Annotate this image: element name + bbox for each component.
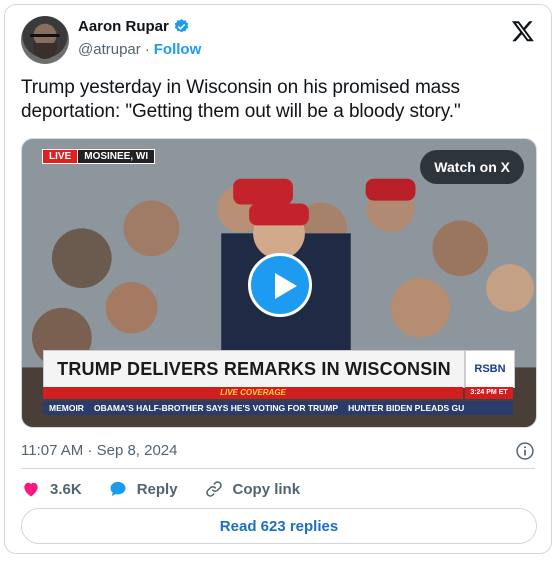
location-label: MOSINEE, WI <box>78 149 156 164</box>
watch-on-x-button[interactable]: Watch on X <box>420 150 524 184</box>
info-icon[interactable] <box>515 441 535 461</box>
author-handle-row: @atrupar · Follow <box>78 41 201 58</box>
ticker-item: MEMOIR <box>49 403 84 413</box>
reply-label: Reply <box>136 480 178 498</box>
video-player[interactable]: LIVE MOSINEE, WI Watch on X TRUMP DELIVE… <box>21 138 537 428</box>
separator-dot: · <box>144 41 150 58</box>
tweet-card: Aaron Rupar @atrupar · Follow Trump yest… <box>4 4 552 554</box>
reply-button[interactable]: Reply <box>108 479 178 499</box>
copy-link-label: Copy link <box>232 480 301 498</box>
author-name[interactable]: Aaron Rupar <box>78 18 169 35</box>
heart-icon <box>24 482 38 497</box>
network-logo: RSBN <box>465 350 515 388</box>
verified-badge-icon <box>174 19 189 33</box>
author-name-row: Aaron Rupar <box>78 18 190 35</box>
link-icon <box>205 481 222 497</box>
reply-bubble-icon <box>110 481 126 497</box>
like-button[interactable]: 3.6K <box>21 479 82 499</box>
broadcast-time: 3:24 PM ET <box>465 387 513 399</box>
live-label: LIVE <box>42 149 79 164</box>
author-avatar[interactable] <box>21 16 69 64</box>
x-logo-icon[interactable] <box>510 19 536 43</box>
ticker-item: OBAMA'S HALF-BROTHER SAYS HE'S VOTING FO… <box>93 403 339 413</box>
action-bar: 3.6K Reply Copy link <box>21 479 326 499</box>
read-replies-button[interactable]: Read 623 replies <box>21 508 537 544</box>
ticker-item: HUNTER BIDEN PLEADS GU <box>348 403 465 413</box>
like-count: 3.6K <box>50 480 82 498</box>
play-button-icon[interactable] <box>248 253 312 317</box>
live-badge: LIVE MOSINEE, WI <box>42 149 156 164</box>
video-headline: TRUMP DELIVERS REMARKS IN WISCONSIN <box>43 350 465 388</box>
follow-button[interactable]: Follow <box>154 41 202 58</box>
news-ticker: MEMOIR OBAMA'S HALF-BROTHER SAYS HE'S VO… <box>43 401 513 415</box>
tweet-text: Trump yesterday in Wisconsin on his prom… <box>21 77 461 122</box>
divider <box>21 468 535 469</box>
copy-link-button[interactable]: Copy link <box>204 479 301 499</box>
live-coverage-bar: LIVE COVERAGE <box>43 387 463 399</box>
author-handle[interactable]: @atrupar <box>78 41 141 58</box>
tweet-timestamp[interactable]: 11:07 AM · Sep 8, 2024 <box>21 442 178 459</box>
